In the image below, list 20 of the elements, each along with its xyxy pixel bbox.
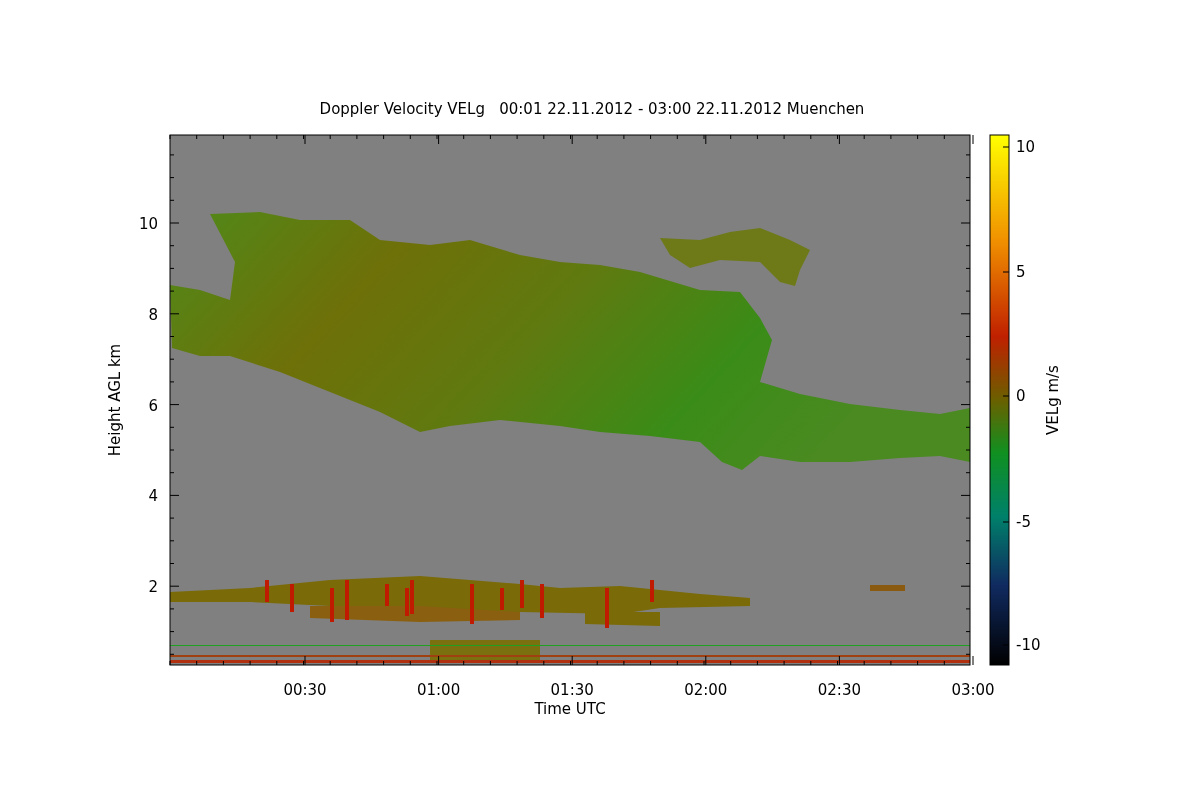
colorbar-tick-label: 5 <box>1016 263 1026 281</box>
x-axis-label: Time UTC <box>534 700 606 718</box>
y-axis-label: Height AGL km <box>106 343 124 457</box>
y-tick-label: 6 <box>148 396 158 415</box>
colorbar-tick-label: -5 <box>1016 513 1031 531</box>
colorbar-tick-label: 10 <box>1016 138 1036 156</box>
x-tick-label: 00:30 <box>283 681 327 699</box>
chart-title: Doppler Velocity VELg 00:01 22.11.2012 - 03:00 22.11.2012 Muenchen <box>319 100 865 118</box>
x-tick-label: 03:00 <box>951 681 995 699</box>
x-tick-label: 02:30 <box>817 681 861 699</box>
colorbar-tick-label: -10 <box>1016 636 1041 654</box>
x-tick-label: 01:00 <box>417 681 461 699</box>
y-tick-label: 8 <box>148 305 158 324</box>
y-tick-label: 4 <box>148 487 158 506</box>
x-tick-label: 02:00 <box>684 681 728 699</box>
x-tick-label: 01:30 <box>550 681 594 699</box>
colorbar-label: VELg m/s <box>1044 365 1062 435</box>
y-tick-label: 2 <box>148 578 158 597</box>
colorbar-tick-label: 0 <box>1016 387 1026 405</box>
y-tick-label: 10 <box>138 215 158 233</box>
